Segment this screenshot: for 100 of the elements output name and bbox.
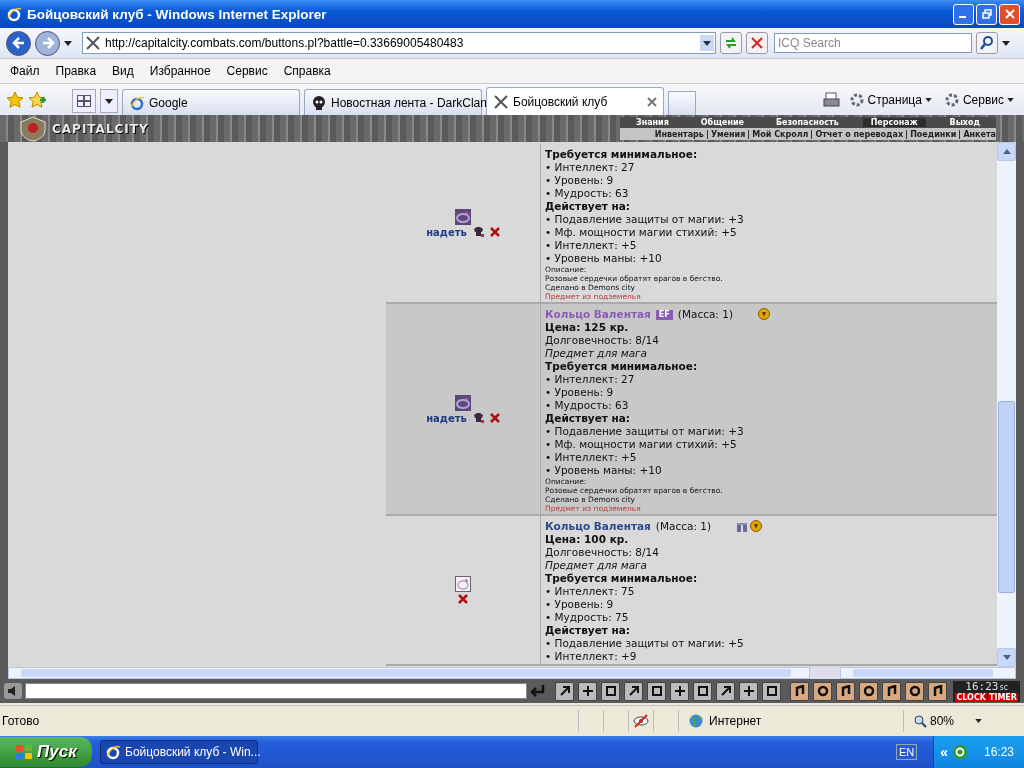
forward-button[interactable] [35,30,60,56]
tool-button[interactable] [716,681,735,701]
tool-button[interactable] [670,681,689,701]
horizontal-scrollbar[interactable] [840,667,1016,679]
delete-icon[interactable] [489,227,500,237]
add-favorite-icon[interactable] [28,90,46,109]
ring-icon[interactable] [455,394,471,411]
menu-item[interactable]: Сервис [226,64,268,78]
tool-button[interactable] [790,681,809,701]
browser-logo-icon [6,6,22,22]
wear-link[interactable]: надеть [426,412,467,424]
clock-mode-button[interactable]: CLOCK [955,692,987,702]
browser-tab[interactable]: Google [122,89,300,115]
address-field[interactable]: http://capitalcity.combats.com/buttons.pl?battle=0.33669005480483 [82,32,716,54]
game-nav-link[interactable]: Персонаж [862,118,926,127]
up-arrow-icon[interactable] [1002,149,1011,154]
tool-button[interactable] [859,681,878,701]
requirement-line: • Мудрость: 63 [545,187,630,200]
tool-button[interactable] [928,681,947,701]
menu-item[interactable]: Файл [10,64,40,78]
menu-item[interactable]: Правка [55,64,97,78]
stop-button[interactable] [746,32,768,54]
clock-time: 16:23 [965,680,999,693]
menu-item[interactable]: Избранное [149,64,211,78]
command-menu-button[interactable]: Сервис [939,91,1018,108]
swords-icon [493,93,509,110]
vertical-scrollbar[interactable] [997,142,1016,667]
tool-button[interactable] [836,681,855,701]
game-subnav-link[interactable]: Поединки [910,129,957,139]
tool-button[interactable] [601,681,620,701]
enter-arrow-icon[interactable] [530,684,546,698]
game-nav-link[interactable]: Безопасность [767,118,847,127]
speaker-icon[interactable] [4,683,22,699]
restore-button[interactable] [976,3,997,25]
grid-icon [77,95,91,107]
game-subnav-link[interactable]: Умения [710,129,746,139]
menu-item[interactable]: Справка [283,64,331,78]
game-subnav-link[interactable]: Инвентарь [654,129,704,139]
search-field[interactable]: ICQ Search [774,33,972,53]
ring-icon[interactable] [455,576,471,592]
privacy-eye-icon[interactable] [633,714,649,728]
command-menu-button[interactable]: Страница [844,91,936,108]
back-button[interactable] [6,30,31,56]
tab-list-button[interactable] [100,89,118,113]
requirement-line: • Уровень: 9 [545,386,615,399]
tool-button[interactable] [762,681,781,701]
ring-tray-icon[interactable] [951,744,968,760]
stop-x-icon [751,37,763,49]
tool-button[interactable] [882,681,901,701]
arrow-icon [627,685,640,697]
effect-line: • Уровень маны: +10 [545,252,663,265]
requirement-line: • Мудрость: 63 [545,399,630,412]
tool-button[interactable] [905,681,924,701]
game-nav-link[interactable]: Знания [627,118,677,127]
refresh-arrows-icon [724,36,738,50]
chat-input-field[interactable] [25,683,527,699]
refresh-button[interactable] [720,32,742,54]
taskbar-button[interactable]: Бойцовский клуб - Win... [100,740,258,764]
caret-icon[interactable] [1002,40,1010,46]
item-durability: Долговечность: 8/14 [545,546,660,559]
requirement-line: • Мудрость: 75 [545,611,630,624]
zoom-button[interactable]: 80% [903,710,1024,732]
shirt-icon[interactable] [472,227,484,237]
language-indicator[interactable]: EN [895,744,918,760]
menu-item[interactable]: Вид [112,64,134,78]
ring-icon[interactable] [455,208,471,225]
search-button[interactable] [976,32,998,54]
down-arrow-icon[interactable] [1002,655,1011,660]
horizontal-scrollbar[interactable] [8,667,810,679]
delete-icon[interactable] [489,413,500,423]
tool-button[interactable] [739,681,758,701]
game-nav-link[interactable]: Выход [941,118,988,127]
effect-line: • Подавление защиты от магии: +3 [545,213,745,226]
printer-icon[interactable] [822,90,841,109]
restore-icon [981,9,992,19]
tool-button[interactable] [555,681,574,701]
tool-button[interactable] [624,681,643,701]
tool-button[interactable] [693,681,712,701]
caret-icon[interactable] [64,40,72,46]
quick-tabs-button[interactable] [72,89,96,113]
minimize-button[interactable] [953,3,974,25]
tool-button[interactable] [813,681,832,701]
forward-arrow-icon [40,36,55,50]
star-icon[interactable] [6,90,24,109]
tool-button[interactable] [578,681,597,701]
clock-mode-button[interactable]: TIMER [987,692,1018,702]
game-subnav-link[interactable]: Мой Скролл [752,129,809,139]
game-subnav-link[interactable]: Анкета [963,129,996,139]
shirt-icon[interactable] [472,413,484,423]
close-icon[interactable] [647,96,657,107]
effect-line: • Подавление защиты от магии: +5 [545,637,745,650]
browser-tab[interactable]: Бойцовский клуб [486,87,664,115]
item-name-link[interactable]: Кольцо Валентая [545,520,651,533]
wear-link[interactable]: надеть [426,226,467,238]
delete-icon[interactable] [458,594,468,604]
close-button[interactable] [999,3,1020,25]
game-nav-link[interactable]: Общение [692,118,752,127]
tool-button[interactable] [647,681,666,701]
effect-line: • Интеллект: +9 [545,650,638,663]
game-subnav-link[interactable]: Отчет о переводах [815,129,904,139]
